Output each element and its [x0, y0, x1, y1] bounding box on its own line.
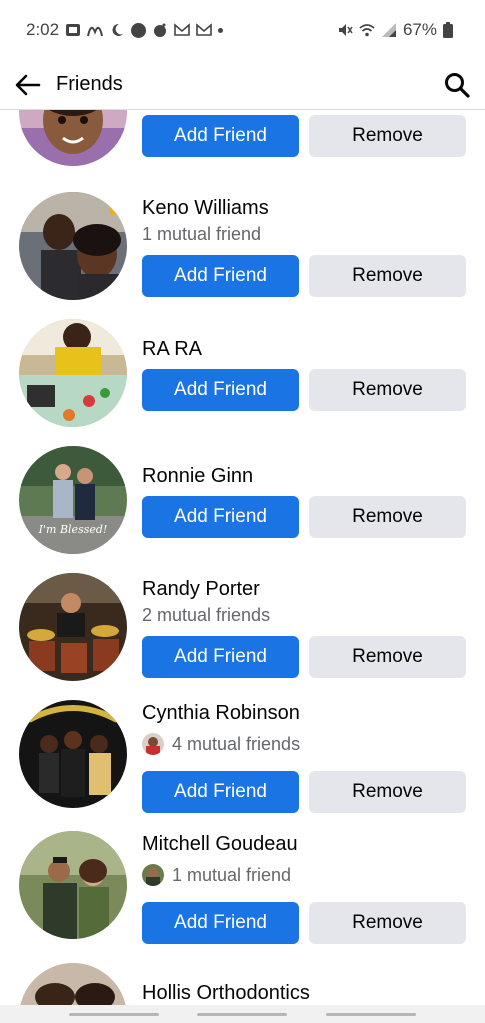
remove-button[interactable]: Remove — [309, 771, 466, 813]
gmail-icon — [196, 22, 212, 38]
mutual-friends-text: 1 mutual friend — [172, 864, 292, 885]
avatar[interactable] — [19, 319, 127, 427]
avatar[interactable] — [19, 192, 127, 300]
signal-icon — [381, 22, 397, 38]
remove-button[interactable]: Remove — [309, 636, 466, 678]
status-right: 67% — [337, 20, 459, 40]
remove-button[interactable]: Remove — [309, 369, 466, 411]
avatar[interactable] — [19, 831, 127, 939]
page-title: Friends — [56, 73, 123, 95]
friend-name[interactable]: Cynthia Robinson — [142, 702, 300, 725]
friend-name[interactable]: Hollis Orthodontics — [142, 982, 310, 1005]
recents-button[interactable] — [69, 1012, 160, 1016]
more-notifications-icon — [218, 27, 224, 33]
moon-icon — [109, 22, 125, 38]
add-friend-button[interactable]: Add Friend — [142, 496, 299, 538]
battery-icon — [443, 22, 459, 38]
add-friend-button[interactable]: Add Friend — [142, 902, 299, 944]
circle-icon — [131, 22, 147, 38]
mutual-friends: 1 mutual friend — [142, 864, 291, 886]
avatar[interactable] — [19, 573, 127, 681]
status-time: 2:02 — [26, 20, 60, 39]
remove-button[interactable]: Remove — [309, 496, 466, 538]
mute-icon — [337, 22, 353, 38]
mutual-friend-avatar — [142, 864, 164, 886]
avatar[interactable] — [19, 110, 127, 166]
remove-button[interactable]: Remove — [309, 255, 466, 297]
mutual-friends-text: 2 mutual friends — [142, 605, 271, 625]
friend-name[interactable]: Ronnie Ginn — [142, 465, 253, 488]
friend-name[interactable]: Keno Williams — [142, 197, 269, 220]
avatar-overlay-text: I'm Blessed! — [38, 523, 108, 536]
wifi-icon — [359, 22, 375, 38]
back-arrow-icon — [15, 74, 41, 95]
notification-icon — [65, 22, 81, 38]
back-button[interactable] — [0, 60, 56, 110]
friend-suggestions-list[interactable]: Add Friend Remove Keno Williams 1 mutual… — [0, 110, 485, 1005]
add-friend-button[interactable]: Add Friend — [142, 255, 299, 297]
remove-button[interactable]: Remove — [309, 902, 466, 944]
mutual-friends-text: 1 mutual friend — [142, 224, 262, 244]
system-navigation-bar — [0, 1005, 485, 1023]
mutual-friends: 2 mutual friends — [142, 605, 270, 626]
avatar[interactable] — [19, 446, 127, 554]
friend-name[interactable]: Mitchell Goudeau — [142, 833, 298, 856]
mutual-friends: 4 mutual friends — [142, 733, 300, 755]
search-icon — [445, 72, 470, 98]
gmail-icon — [174, 22, 190, 38]
back-nav-button[interactable] — [325, 1012, 416, 1016]
friend-name[interactable]: Randy Porter — [142, 578, 260, 601]
app-bar: Friends — [0, 60, 485, 110]
mcdonalds-icon — [87, 22, 104, 38]
status-bar: 2:02 67% — [0, 0, 485, 60]
add-friend-button[interactable]: Add Friend — [142, 369, 299, 411]
add-friend-button[interactable]: Add Friend — [142, 115, 299, 157]
mutual-friend-avatar — [142, 733, 164, 755]
home-button[interactable] — [197, 1012, 288, 1016]
avatar[interactable] — [19, 963, 127, 1005]
search-button[interactable] — [429, 60, 485, 110]
mutual-friends: 1 mutual friend — [142, 224, 261, 245]
add-friend-button[interactable]: Add Friend — [142, 636, 299, 678]
add-friend-button[interactable]: Add Friend — [142, 771, 299, 813]
battery-percent: 67% — [402, 20, 437, 39]
avatar[interactable] — [19, 700, 127, 808]
reddit-icon — [152, 22, 168, 38]
remove-button[interactable]: Remove — [309, 115, 466, 157]
friend-name[interactable]: RA RA — [142, 338, 202, 361]
status-left: 2:02 — [26, 20, 224, 40]
mutual-friends-text: 4 mutual friends — [172, 733, 301, 754]
